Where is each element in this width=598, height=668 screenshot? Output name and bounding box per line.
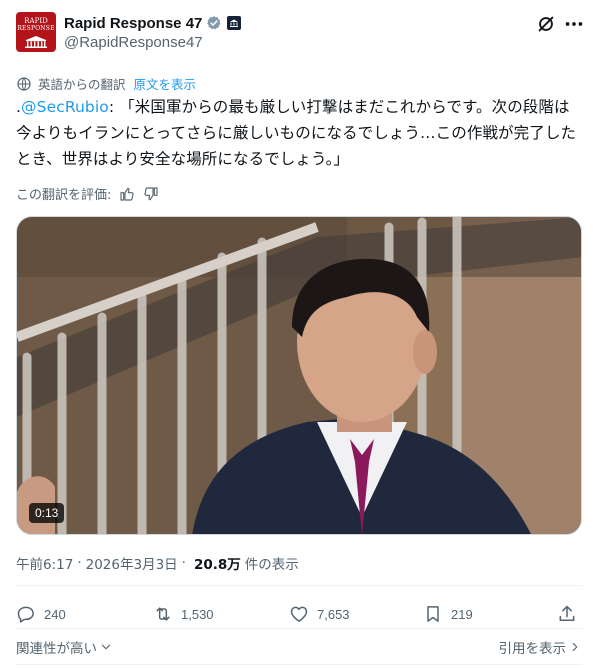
translate-icon	[17, 76, 31, 91]
repost-count: 1,530	[181, 606, 214, 622]
meta-separator: ·	[77, 555, 82, 571]
reply-count: 240	[44, 606, 66, 622]
sort-label: 関連性が高い	[16, 641, 97, 657]
share-icon	[559, 605, 575, 621]
divider	[16, 585, 582, 586]
tweet-date[interactable]: 2026年3月3日	[86, 553, 178, 573]
grok-icon[interactable]	[535, 13, 557, 35]
handle[interactable]: @RapidResponse47	[64, 34, 203, 51]
chevron-down-icon	[101, 644, 111, 650]
video-frame	[17, 217, 581, 534]
tweet-meta: 午前6:17 · 2026年3月3日 · 20.8万 件の表示	[16, 553, 299, 573]
like-button[interactable]: 7,653	[289, 600, 350, 628]
bookmark-count: 219	[451, 606, 473, 622]
tweet-header: RAPID RESPONSE Rapid Response 47 @RapidR…	[16, 12, 585, 54]
avatar[interactable]: RAPID RESPONSE	[16, 12, 56, 52]
divider	[16, 628, 582, 629]
display-name[interactable]: Rapid Response 47	[64, 15, 202, 32]
quotes-label: 引用を表示	[498, 641, 567, 657]
show-original-link[interactable]: 原文を表示	[134, 74, 197, 93]
more-icon[interactable]	[563, 13, 585, 35]
reply-icon	[17, 606, 34, 623]
meta-separator: ·	[181, 555, 186, 571]
views-count: 20.8万	[193, 557, 241, 573]
video-duration: 0:13	[29, 503, 65, 523]
bookmark-button[interactable]: 219	[423, 600, 473, 628]
tweet-text: .@SecRubio: 「米国軍からの最も厳しい打撃はまだこれからです。次の段階…	[16, 94, 582, 172]
divider	[16, 664, 582, 665]
government-badge-icon[interactable]	[227, 16, 242, 30]
view-quotes-link[interactable]: 引用を表示	[499, 637, 583, 657]
repost-button[interactable]: 1,530	[153, 600, 214, 628]
repost-icon	[156, 607, 170, 621]
name-row: Rapid Response 47	[64, 13, 242, 33]
avatar-line1: RAPID	[24, 17, 48, 25]
thumbs-up-icon[interactable]	[119, 186, 135, 202]
verified-badge-icon[interactable]	[206, 15, 222, 31]
reply-button[interactable]: 240	[16, 600, 66, 628]
translation-notice: 英語からの翻訳 原文を表示	[16, 74, 196, 93]
white-house-icon	[25, 36, 47, 48]
thumbs-down-icon[interactable]	[143, 186, 159, 202]
like-count: 7,653	[317, 606, 350, 622]
avatar-line2: RESPONSE	[17, 25, 55, 32]
replies-toolbar: 関連性が高い 引用を表示	[16, 637, 582, 657]
rate-label: この翻訳を評価:	[16, 188, 112, 203]
mention-link[interactable]: @SecRubio	[21, 98, 109, 116]
like-icon	[290, 606, 308, 622]
translation-label: 英語からの翻訳	[38, 77, 126, 92]
bookmark-icon	[427, 606, 439, 622]
chevron-right-icon	[572, 642, 578, 652]
views-label: 件の表示	[244, 557, 299, 573]
rate-translation: この翻訳を評価:	[16, 184, 159, 203]
video-player[interactable]: 0:13	[16, 216, 582, 535]
share-button[interactable]	[557, 600, 585, 628]
tweet-time[interactable]: 午前6:17	[16, 553, 73, 573]
action-bar: 240 1,530 7,653 219	[16, 600, 582, 628]
sort-dropdown[interactable]: 関連性が高い	[16, 637, 113, 657]
